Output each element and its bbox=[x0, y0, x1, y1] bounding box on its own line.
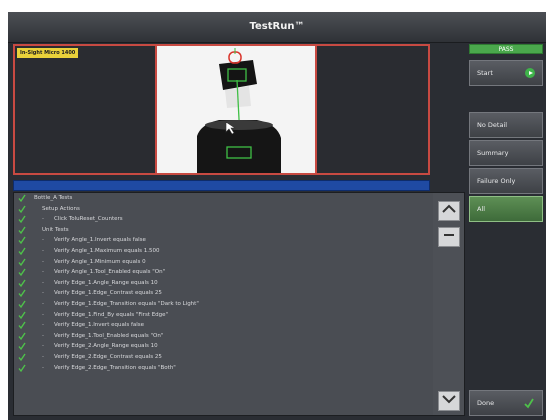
result-row[interactable]: - Verify Angle_1.Maximum equals 1.500 bbox=[14, 246, 432, 257]
scroll-up-button[interactable] bbox=[438, 201, 460, 221]
result-text: Verify Edge_1.Edge_Transition equals "Da… bbox=[54, 300, 199, 307]
filter-label: No Detail bbox=[477, 121, 508, 129]
bullet-marker: - bbox=[42, 364, 44, 371]
result-row[interactable]: - Verify Edge_1.Edge_Contrast equals 25 bbox=[14, 288, 432, 299]
result-text: Verify Angle_1.Maximum equals 1.500 bbox=[54, 247, 160, 254]
result-text: Verify Edge_1.Angle_Range equals 10 bbox=[54, 279, 158, 286]
camera-image bbox=[155, 46, 317, 173]
result-text: Verify Angle_1.Invert equals false bbox=[54, 237, 146, 244]
bullet-marker: - bbox=[42, 311, 44, 318]
check-icon bbox=[18, 226, 26, 234]
result-row[interactable]: - Verify Angle_1.Invert equals false bbox=[14, 235, 432, 246]
check-icon bbox=[18, 258, 26, 266]
chevron-down-icon bbox=[442, 395, 456, 404]
bullet-marker: - bbox=[42, 332, 44, 339]
check-icon bbox=[18, 236, 26, 245]
filter-label: Failure Only bbox=[477, 177, 516, 185]
status-badge: PASS bbox=[469, 44, 543, 54]
check-icon bbox=[18, 300, 26, 309]
result-row[interactable]: Unit Tests bbox=[14, 225, 432, 236]
bullet-marker: - bbox=[42, 290, 44, 297]
collapse-button[interactable] bbox=[438, 227, 460, 247]
result-row[interactable]: - Verify Edge_1.Angle_Range equals 10 bbox=[14, 278, 432, 289]
check-icon bbox=[524, 398, 534, 409]
check-icon bbox=[18, 194, 26, 203]
result-row[interactable]: - Verify Edge_1.Edge_Transition equals "D… bbox=[14, 299, 432, 310]
camera-label: In-Sight Micro 1400 bbox=[17, 48, 79, 58]
result-row[interactable]: - Verify Edge_2.Angle_Range equals 10 bbox=[14, 341, 432, 352]
camera-view: In-Sight Micro 1400 bbox=[13, 44, 430, 175]
result-row[interactable]: - Verify Edge_1.Invert equals false bbox=[14, 320, 432, 331]
bullet-marker: - bbox=[42, 300, 44, 307]
window-title: TestRun™ bbox=[8, 12, 546, 43]
check-icon bbox=[18, 321, 26, 330]
filter-label: Summary bbox=[477, 149, 509, 157]
testrun-window: TestRun™ In-Sight Micro 1400 Bottle_A Te… bbox=[8, 12, 546, 420]
filter-failure-only-button[interactable]: Failure Only bbox=[469, 168, 543, 194]
scroll-column bbox=[433, 193, 464, 415]
result-text: Verify Edge_1.Edge_Contrast equals 25 bbox=[54, 290, 162, 297]
play-icon bbox=[525, 68, 535, 78]
start-label: Start bbox=[477, 69, 493, 77]
result-text: Unit Tests bbox=[42, 226, 69, 233]
result-text: Bottle_A Tests bbox=[34, 195, 73, 201]
result-row[interactable]: - Verify Edge_2.Edge_Contrast equals 25 bbox=[14, 352, 432, 363]
filter-all-button[interactable]: All bbox=[469, 196, 543, 222]
bullet-marker: - bbox=[42, 247, 44, 254]
results-panel: Bottle_A Tests Setup Actions - Click ToluRe… bbox=[13, 192, 465, 416]
result-text: Verify Angle_1.Minimum equals 0 bbox=[54, 258, 146, 265]
filter-label: All bbox=[477, 205, 486, 213]
bullet-marker: - bbox=[42, 279, 44, 286]
bullet-marker: - bbox=[42, 343, 44, 350]
bullet-marker: - bbox=[42, 322, 44, 329]
done-label: Done bbox=[477, 399, 495, 407]
result-text: Verify Edge_1.Invert equals false bbox=[54, 322, 145, 329]
filter-no-detail-button[interactable]: No Detail bbox=[469, 112, 543, 138]
result-text: Verify Edge_2.Edge_Transition equals "Bo… bbox=[54, 364, 176, 371]
check-icon bbox=[18, 279, 26, 287]
bottle-inspection-image bbox=[157, 46, 315, 173]
chevron-up-icon bbox=[442, 204, 456, 213]
result-row[interactable]: - Verify Edge_1.Find_By equals "First Edg… bbox=[14, 310, 432, 321]
sidebar: PASS Start No Detail Summary Failure Onl… bbox=[469, 44, 543, 416]
minus-icon bbox=[444, 234, 454, 236]
done-button[interactable]: Done bbox=[469, 390, 543, 416]
check-icon bbox=[18, 205, 26, 213]
scroll-down-button[interactable] bbox=[438, 391, 460, 411]
result-text: Click ToluReset_Counters bbox=[54, 216, 123, 223]
result-text: Verify Angle_1.Tool_Enabled equals "On" bbox=[54, 269, 166, 276]
result-row[interactable]: - Verify Edge_1.Tool_Enabled equals "On" bbox=[14, 331, 432, 342]
check-icon bbox=[18, 215, 26, 224]
result-text: Verify Edge_2.Angle_Range equals 10 bbox=[54, 343, 158, 350]
result-row[interactable]: Bottle_A Tests bbox=[14, 193, 432, 204]
check-icon bbox=[18, 342, 26, 351]
start-button[interactable]: Start bbox=[469, 60, 543, 86]
bullet-marker: - bbox=[42, 237, 44, 244]
result-row[interactable]: - Verify Edge_2.Edge_Transition equals "B… bbox=[14, 363, 432, 374]
bullet-marker: - bbox=[42, 269, 44, 276]
progress-bar bbox=[13, 180, 430, 191]
check-icon bbox=[18, 247, 26, 256]
bullet-marker: - bbox=[42, 216, 44, 223]
result-text: Verify Edge_1.Tool_Enabled equals "On" bbox=[54, 332, 164, 339]
check-icon bbox=[18, 289, 26, 298]
result-row[interactable]: - Verify Angle_1.Minimum equals 0 bbox=[14, 257, 432, 268]
result-row[interactable]: - Click ToluReset_Counters bbox=[14, 214, 432, 225]
results-list: Bottle_A Tests Setup Actions - Click ToluRe… bbox=[14, 193, 432, 415]
check-icon bbox=[18, 332, 26, 340]
result-row[interactable]: Setup Actions bbox=[14, 204, 432, 215]
result-text: Verify Edge_1.Find_By equals "First Edge… bbox=[54, 311, 169, 318]
result-text: Verify Edge_2.Edge_Contrast equals 25 bbox=[54, 353, 162, 360]
check-icon bbox=[18, 268, 26, 277]
check-icon bbox=[18, 364, 26, 372]
check-icon bbox=[18, 353, 26, 362]
filter-summary-button[interactable]: Summary bbox=[469, 140, 543, 166]
bullet-marker: - bbox=[42, 258, 44, 265]
check-icon bbox=[18, 311, 26, 319]
result-text: Setup Actions bbox=[42, 205, 80, 212]
result-row[interactable]: - Verify Angle_1.Tool_Enabled equals "On" bbox=[14, 267, 432, 278]
bullet-marker: - bbox=[42, 353, 44, 360]
